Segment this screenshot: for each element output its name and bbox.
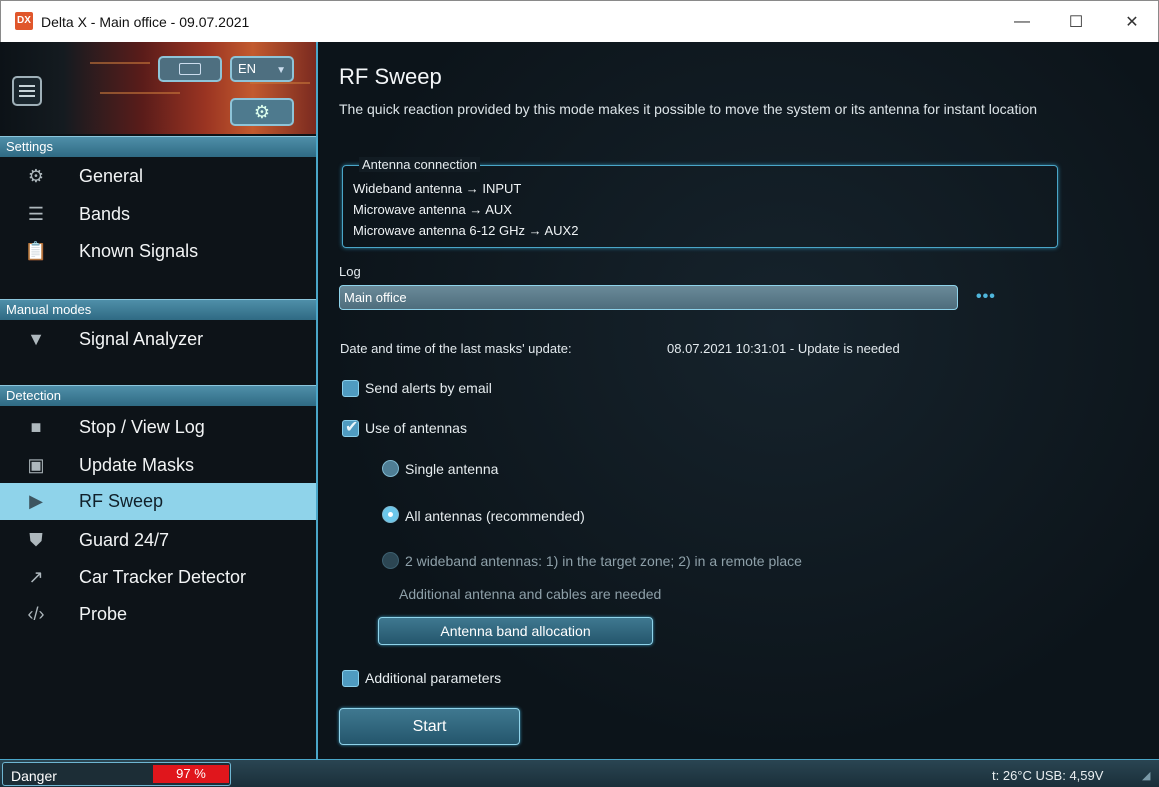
sidebar-item-signal-analyzer[interactable]: ▼ Signal Analyzer	[0, 321, 316, 358]
minimize-button[interactable]: —	[999, 1, 1045, 43]
all-antennas-radio[interactable]	[382, 506, 399, 523]
settings-gear-button[interactable]: ⚙	[230, 98, 294, 126]
group-legend: Antenna connection	[359, 157, 480, 172]
sidebar-item-bands[interactable]: ☰ Bands	[0, 196, 316, 233]
chevron-down-icon: ▼	[276, 65, 286, 76]
sidebar: EN ▼ ⚙ Settings ⚙ General ☰ Bands 📋 Known Si…	[0, 42, 318, 759]
status-bar: Danger 97 % t: 26°C USB: 4,59V ◢	[0, 759, 1159, 787]
antenna-line: Microwave antenna 6-12 GHz → AUX2	[353, 223, 579, 238]
additional-parameters-checkbox[interactable]	[342, 670, 359, 687]
maximize-icon: ☐	[1068, 14, 1084, 31]
trend-icon: ↗	[28, 567, 44, 587]
sidebar-item-label: Stop / View Log	[79, 417, 205, 437]
sidebar-item-guard[interactable]: ⛊ Guard 24/7	[0, 522, 316, 559]
keyboard-button[interactable]	[158, 56, 222, 82]
hamburger-menu-button[interactable]	[12, 76, 42, 106]
more-options-button[interactable]: •••	[976, 288, 996, 306]
gear-icon: ⚙	[27, 166, 45, 186]
sidebar-item-label: Car Tracker Detector	[79, 567, 247, 587]
page-description: The quick reaction provided by this mode…	[339, 101, 1038, 117]
gear-icon: ⚙	[253, 101, 271, 122]
single-antenna-label[interactable]: Single antenna	[405, 461, 498, 477]
window-title: Delta X - Main office - 09.07.2021	[41, 14, 250, 30]
shield-icon: ⛊	[29, 530, 43, 550]
masks-update-value: 08.07.2021 10:31:01 - Update is needed	[667, 341, 900, 356]
keyboard-icon	[179, 63, 201, 75]
sidebar-item-probe[interactable]: ‹/› Probe	[0, 596, 316, 633]
antenna-note: Additional antenna and cables are needed	[399, 586, 662, 602]
antenna-connection-group: Antenna connection Wideband antenna → IN…	[342, 157, 1058, 248]
use-antennas-checkbox[interactable]	[342, 417, 359, 437]
clipboard-icon: 📋	[24, 241, 48, 261]
use-antennas-label[interactable]: Use of antennas	[365, 420, 467, 436]
play-icon: ▶	[29, 491, 43, 511]
code-icon: ‹/›	[27, 604, 45, 624]
sidebar-item-car-tracker-detector[interactable]: ↗ Car Tracker Detector	[0, 559, 316, 596]
single-antenna-radio[interactable]	[382, 460, 399, 477]
section-header-manual-modes: Manual modes	[0, 299, 316, 320]
antenna-line: Microwave antenna → AUX	[353, 202, 512, 217]
close-icon: ✕	[1125, 14, 1139, 31]
page-title: RF Sweep	[339, 64, 442, 89]
send-alerts-label[interactable]: Send alerts by email	[365, 380, 492, 396]
title-bar: DX Delta X - Main office - 09.07.2021 — …	[0, 0, 1159, 42]
main-panel: RF Sweep The quick reaction provided by …	[320, 42, 1159, 759]
section-header-settings: Settings	[0, 136, 316, 157]
sidebar-item-label: Probe	[79, 604, 128, 624]
minimize-icon: —	[1014, 13, 1030, 30]
danger-value: 97 %	[153, 765, 229, 783]
image-icon: ▣	[27, 455, 45, 475]
app-logo-icon: DX	[15, 12, 33, 30]
danger-indicator: Danger 97 %	[2, 762, 231, 786]
additional-parameters-label[interactable]: Additional parameters	[365, 670, 501, 686]
sidebar-item-stop-view-log[interactable]: ■ Stop / View Log	[0, 409, 316, 446]
sidebar-item-label: Signal Analyzer	[79, 329, 204, 349]
log-input[interactable]: Main office	[339, 285, 958, 310]
sidebar-item-label: RF Sweep	[79, 491, 164, 511]
two-wideband-label: 2 wideband antennas: 1) in the target zo…	[405, 553, 802, 569]
maximize-button[interactable]: ☐	[1053, 1, 1099, 43]
sidebar-item-update-masks[interactable]: ▣ Update Masks	[0, 447, 316, 484]
sidebar-item-label: Bands	[79, 204, 131, 224]
language-select[interactable]: EN ▼	[230, 56, 294, 82]
all-antennas-label[interactable]: All antennas (recommended)	[405, 508, 585, 524]
resize-grip-icon[interactable]: ◢	[1142, 769, 1150, 782]
stop-icon: ■	[30, 417, 42, 437]
language-value: EN	[238, 61, 257, 76]
danger-label: Danger	[11, 768, 57, 784]
sidebar-item-label: Update Masks	[79, 455, 195, 475]
sidebar-item-rf-sweep[interactable]: ▶ RF Sweep	[0, 483, 316, 520]
temperature-usb-status: t: 26°C USB: 4,59V	[992, 768, 1104, 783]
start-button[interactable]: Start	[339, 708, 520, 745]
two-wideband-radio	[382, 552, 399, 569]
sidebar-item-label: Known Signals	[79, 241, 199, 261]
sidebar-item-known-signals[interactable]: 📋 Known Signals	[0, 233, 316, 270]
section-header-detection: Detection	[0, 385, 316, 406]
list-icon: ☰	[27, 204, 45, 224]
masks-update-label: Date and time of the last masks' update:	[340, 341, 572, 356]
circuit-trace	[250, 82, 310, 84]
close-button[interactable]: ✕	[1109, 1, 1155, 43]
signal-icon: ▼	[27, 329, 45, 349]
antenna-line: Wideband antenna → INPUT	[353, 181, 522, 196]
send-alerts-checkbox[interactable]	[342, 380, 359, 397]
sidebar-item-general[interactable]: ⚙ General	[0, 158, 316, 195]
sidebar-item-label: General	[79, 166, 144, 186]
sidebar-item-label: Guard 24/7	[79, 530, 170, 550]
log-label: Log	[339, 264, 361, 279]
sidebar-banner: EN ▼ ⚙	[0, 42, 316, 134]
circuit-trace	[100, 92, 180, 94]
circuit-trace	[90, 62, 150, 64]
antenna-band-allocation-button[interactable]: Antenna band allocation	[378, 617, 653, 645]
